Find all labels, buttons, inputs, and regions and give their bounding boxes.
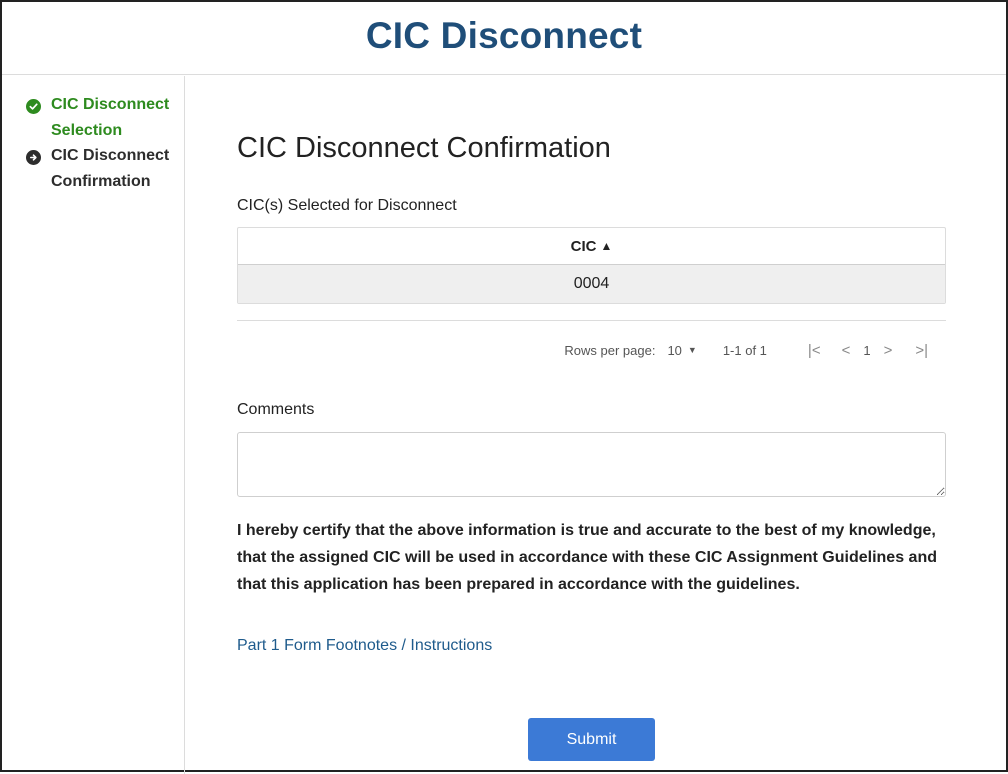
caret-down-icon: ▼ bbox=[687, 345, 697, 355]
divider bbox=[237, 320, 946, 321]
step-sidebar: CIC Disconnect Selection CIC Disconnect … bbox=[2, 76, 185, 774]
page-range: 1-1 of 1 bbox=[722, 342, 767, 358]
cic-table: CIC ▲ 0004 bbox=[237, 227, 946, 304]
certification-text: I hereby certify that the above informat… bbox=[237, 522, 937, 593]
column-header-cic[interactable]: CIC ▲ bbox=[238, 228, 945, 265]
sort-ascending-icon: ▲ bbox=[600, 239, 613, 253]
current-page: 1 bbox=[863, 342, 871, 358]
first-page-icon[interactable]: |< bbox=[808, 342, 821, 359]
comments-textarea[interactable] bbox=[237, 432, 946, 497]
comments-label: Comments bbox=[237, 401, 315, 418]
step-disconnect-selection[interactable]: CIC Disconnect Selection bbox=[2, 96, 184, 144]
page-title: CIC Disconnect Confirmation bbox=[237, 132, 611, 164]
prev-page-icon[interactable]: < bbox=[842, 342, 851, 359]
app-title: CIC Disconnect bbox=[365, 15, 643, 56]
last-page-icon[interactable]: >| bbox=[915, 342, 928, 359]
next-page-icon[interactable]: > bbox=[884, 342, 893, 359]
rows-per-page-value: 10 bbox=[667, 342, 682, 358]
step-disconnect-confirmation[interactable]: CIC Disconnect Confirmation bbox=[2, 147, 184, 195]
table-pagination: Rows per page: 10 ▼ 1-1 of 1 |< < 1 > >| bbox=[237, 338, 946, 362]
submit-button[interactable]: Submit bbox=[528, 718, 655, 761]
rows-per-page-label: Rows per page: bbox=[564, 342, 656, 358]
column-header-label: CIC bbox=[570, 237, 597, 255]
check-circle-icon bbox=[26, 99, 41, 114]
table-cell: 0004 bbox=[573, 275, 610, 292]
table-row: 0004 bbox=[238, 265, 945, 303]
rows-per-page-select[interactable]: 10 ▼ bbox=[667, 343, 696, 358]
arrow-right-circle-icon bbox=[26, 150, 41, 165]
app-frame: CIC Disconnect CIC Disconnect Selection … bbox=[0, 0, 1008, 774]
table-label: CIC(s) Selected for Disconnect bbox=[237, 197, 457, 214]
step-label: CIC Disconnect Confirmation bbox=[51, 147, 170, 190]
footnotes-instructions-link[interactable]: Part 1 Form Footnotes / Instructions bbox=[237, 637, 492, 655]
page-header: CIC Disconnect bbox=[2, 2, 1006, 75]
step-label: CIC Disconnect Selection bbox=[51, 96, 170, 139]
